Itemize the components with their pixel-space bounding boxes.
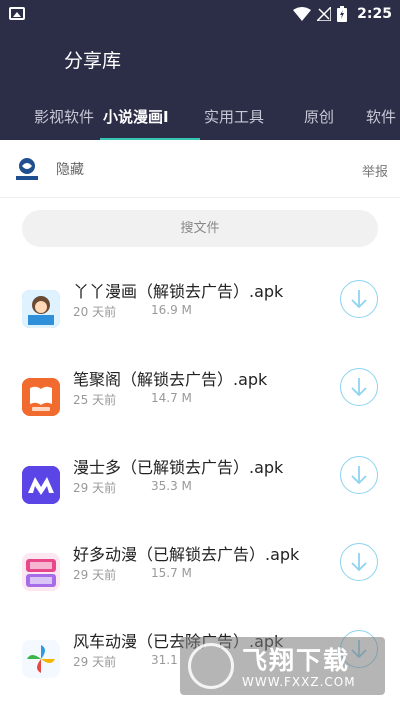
file-age: 29 天前	[73, 481, 117, 495]
watermark-title: 飞翔下载	[242, 646, 351, 675]
mangashop-app-icon	[22, 466, 60, 504]
watermark-logo-icon	[188, 643, 234, 689]
tab-bar: 影视软件 小说漫画I 实用工具 原创 软件	[0, 102, 400, 141]
search-files-button[interactable]: 搜文件	[22, 210, 378, 247]
file-name: 丫丫漫画（解锁去广告）.apk	[73, 282, 284, 301]
download-button[interactable]	[340, 280, 378, 318]
file-size: 15.7 M	[151, 566, 192, 580]
download-arrow-icon	[351, 378, 367, 397]
comic-app-icon	[22, 290, 60, 328]
file-name: 漫士多（已解锁去广告）.apk	[73, 458, 284, 477]
file-size: 16.9 M	[151, 303, 192, 317]
file-age: 29 天前	[73, 568, 117, 582]
owner-row: 隐藏 举报	[0, 140, 400, 198]
tab-original[interactable]: 原创	[304, 106, 334, 127]
app-icon	[22, 553, 60, 591]
file-size: 31.1	[151, 653, 178, 667]
app-icon	[22, 640, 60, 678]
app-icon	[22, 290, 60, 328]
page-title: 分享库	[64, 50, 122, 72]
download-arrow-icon	[351, 553, 367, 572]
battery-charging-icon	[337, 6, 348, 22]
status-time: 2:25	[357, 6, 392, 22]
status-bar: 2:25	[0, 0, 400, 28]
anime-app-icon	[22, 553, 60, 591]
watermark: 飞翔下载 WWW.FXXZ.COM	[180, 637, 385, 695]
file-item[interactable]: 漫士多（已解锁去广告）.apk 29 天前 35.3 M	[0, 454, 400, 540]
file-size: 35.3 M	[151, 479, 192, 493]
watermark-url: WWW.FXXZ.COM	[242, 675, 356, 689]
tab-tools[interactable]: 实用工具	[204, 106, 264, 127]
file-item[interactable]: 笔聚阁（解锁去广告）.apk 25 天前 14.7 M	[0, 366, 400, 452]
tab-software[interactable]: 软件	[366, 106, 400, 127]
report-link[interactable]: 举报	[362, 161, 388, 180]
file-size: 14.7 M	[151, 391, 192, 405]
download-arrow-icon	[351, 290, 367, 309]
file-age: 29 天前	[73, 655, 117, 669]
download-button[interactable]	[340, 368, 378, 406]
no-signal-icon	[317, 7, 332, 21]
download-arrow-icon	[351, 466, 367, 485]
tab-novel-comics[interactable]: 小说漫画I	[103, 106, 172, 127]
book-app-icon	[22, 378, 60, 416]
file-item[interactable]: 好多动漫（已解锁去广告）.apk 29 天前 15.7 M	[0, 541, 400, 627]
app-icon	[22, 378, 60, 416]
app-bar: 分享库 影视软件 小说漫画I 实用工具 原创 软件	[0, 28, 400, 141]
owner-avatar-icon[interactable]	[14, 156, 40, 182]
file-age: 25 天前	[73, 393, 117, 407]
file-name: 好多动漫（已解锁去广告）.apk	[73, 545, 300, 564]
gallery-icon	[9, 7, 25, 20]
download-button[interactable]	[340, 456, 378, 494]
download-button[interactable]	[340, 543, 378, 581]
wifi-icon	[293, 7, 312, 21]
status-icons: 2:25	[293, 4, 392, 24]
app-icon	[22, 466, 60, 504]
owner-name[interactable]: 隐藏	[56, 159, 84, 179]
file-item[interactable]: 丫丫漫画（解锁去广告）.apk 20 天前 16.9 M	[0, 278, 400, 364]
pinwheel-app-icon	[22, 640, 60, 678]
file-age: 20 天前	[73, 305, 117, 319]
file-name: 笔聚阁（解锁去广告）.apk	[73, 370, 268, 389]
tab-film-software[interactable]: 影视软件	[34, 106, 94, 127]
